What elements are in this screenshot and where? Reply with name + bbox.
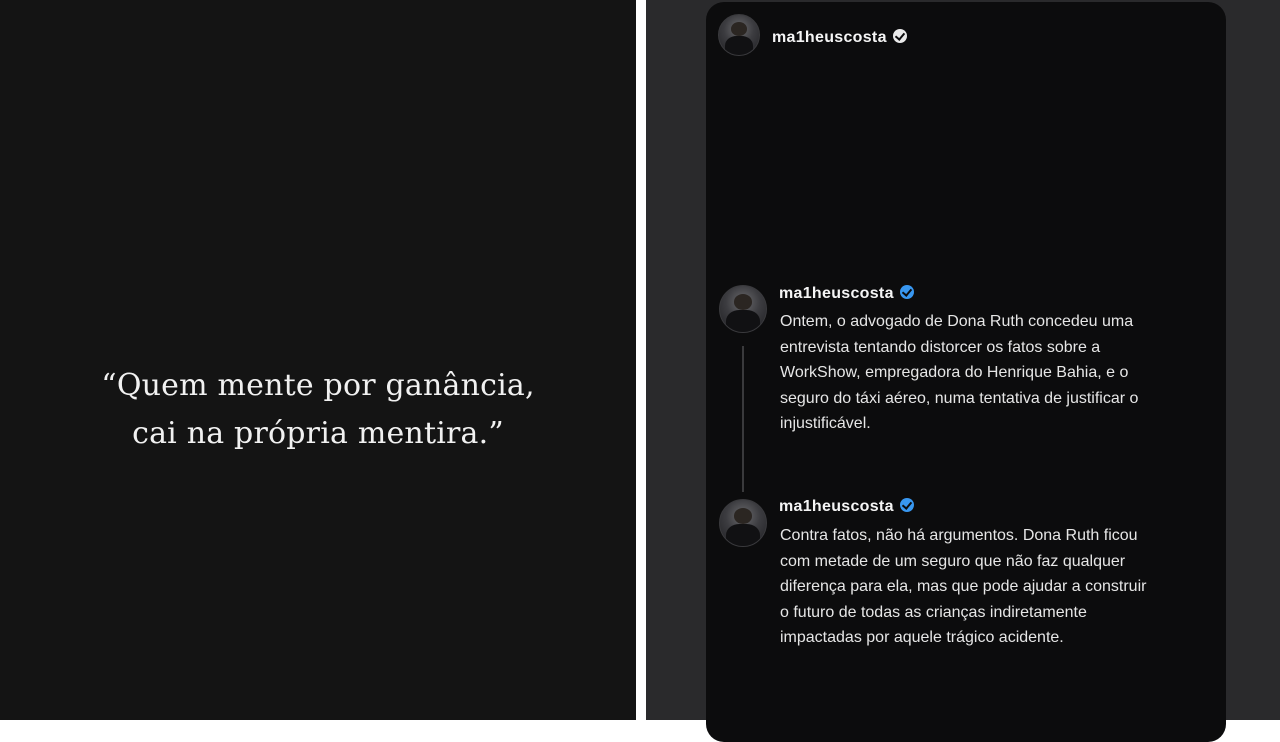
verified-badge-icon bbox=[899, 285, 914, 299]
comment-line: Contra fatos, não há argumentos. Dona Ru… bbox=[780, 527, 1138, 544]
comment-username[interactable]: ma1heuscosta bbox=[779, 498, 894, 515]
comment-line: diferença para ela, mas que pode ajudar … bbox=[780, 578, 1147, 595]
comment-line: o futuro de todas as crianças indiretame… bbox=[780, 603, 1087, 621]
comment-line: injustificável. bbox=[780, 415, 871, 432]
panel-divider bbox=[636, 0, 646, 720]
comment-line: Ontem, o advogado de Dona Ruth concedeu … bbox=[780, 313, 1134, 330]
comment-line: com metade de um seguro que não faz qual… bbox=[780, 552, 1126, 570]
comment-text: Contra fatos, não há argumentos. Dona Ru… bbox=[780, 523, 1220, 651]
avatar[interactable] bbox=[718, 14, 760, 56]
comment-author-name[interactable]: ma1heuscosta bbox=[779, 498, 914, 516]
quote-story-panel: “Quem mente por ganância, cai na própria… bbox=[0, 0, 636, 720]
post-author-name[interactable]: ma1heuscosta bbox=[772, 29, 907, 47]
instagram-post-panel: ma1heuscosta ma1heuscosta Ontem, o advog… bbox=[646, 0, 1280, 742]
quote-line: “Quem mente por ganância, bbox=[101, 368, 535, 403]
quote-line: cai na própria mentira.” bbox=[132, 416, 504, 451]
comment-line: entrevista tentando distorcer os fatos s… bbox=[780, 338, 1101, 356]
comment-text: Ontem, o advogado de Dona Ruth concedeu … bbox=[780, 309, 1220, 437]
thread-line bbox=[742, 346, 744, 492]
comment-username[interactable]: ma1heuscosta bbox=[779, 285, 894, 302]
avatar[interactable] bbox=[719, 499, 767, 547]
comment-author-name[interactable]: ma1heuscosta bbox=[779, 285, 914, 303]
post-screen: ma1heuscosta ma1heuscosta Ontem, o advog… bbox=[706, 2, 1226, 742]
comment-line: WorkShow, empregadora do Henrique Bahia,… bbox=[780, 364, 1129, 381]
verified-badge-icon bbox=[892, 29, 907, 43]
post-author-username[interactable]: ma1heuscosta bbox=[772, 29, 887, 46]
quote-text: “Quem mente por ganância, cai na própria… bbox=[0, 362, 636, 458]
comment-line: seguro do táxi aéreo, numa tentativa de … bbox=[780, 389, 1139, 407]
comment-line: impactadas por aquele trágico acidente. bbox=[780, 629, 1064, 646]
avatar[interactable] bbox=[719, 285, 767, 333]
verified-badge-icon bbox=[899, 498, 914, 512]
